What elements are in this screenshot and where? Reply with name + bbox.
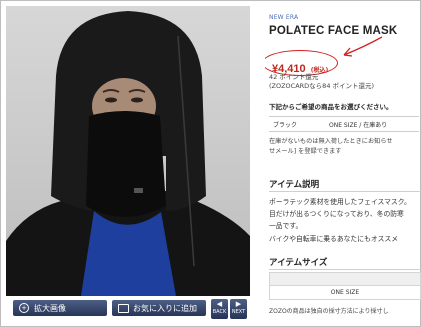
next-button[interactable]: ▶ NEXT bbox=[230, 299, 247, 319]
description-heading: アイテム説明 bbox=[269, 180, 320, 190]
next-label: NEXT bbox=[231, 309, 246, 315]
selection-heading: 下記からご希望の商品をお選びください。 bbox=[269, 103, 393, 111]
size-table-cell: ONE SIZE bbox=[269, 286, 421, 300]
description-text: ポーラテック素材を使用したフェイスマスク。 目だけが出るつくりになっており、冬の… bbox=[269, 196, 411, 245]
add-favorite-label: お気に入りに追加 bbox=[133, 303, 197, 313]
annotation-arrow-icon bbox=[343, 36, 383, 57]
size-heading: アイテムサイズ bbox=[269, 258, 328, 268]
zoom-image-button[interactable]: + 拡大画像 bbox=[13, 300, 107, 316]
zoom-image-label: 拡大画像 bbox=[34, 303, 66, 313]
stock-notice-line: せメール] を登録できます bbox=[269, 148, 342, 155]
divider bbox=[269, 191, 421, 192]
model-photo-illustration bbox=[6, 6, 250, 296]
stock-notice-line: 在庫がないものは無入荷したときにお知らせ bbox=[269, 138, 393, 145]
product-photo[interactable] bbox=[6, 6, 250, 296]
variant-color: ブラック bbox=[273, 121, 298, 129]
points-zozocard-line: (ZOZOCARDなら84 ポイント還元) bbox=[269, 82, 375, 90]
size-table-header bbox=[269, 272, 421, 286]
divider bbox=[269, 269, 421, 270]
add-favorite-button[interactable]: お気に入りに追加 bbox=[112, 300, 206, 316]
description-line: 一品です。 bbox=[269, 222, 303, 231]
stock-notice: 在庫がないものは無入荷したときにお知らせ せメール] を登録できます bbox=[269, 137, 393, 157]
description-line: バイクや自転車に乗るあなたにもオススメ bbox=[269, 234, 399, 243]
arrow-left-icon: ◀ bbox=[216, 300, 223, 308]
folder-plus-icon bbox=[118, 303, 129, 313]
description-line: ポーラテック素材を使用したフェイスマスク。 bbox=[269, 198, 411, 206]
variant-row[interactable]: ブラック ONE SIZE / 在庫あり bbox=[269, 116, 419, 132]
zoom-plus-icon: + bbox=[19, 303, 29, 313]
size-table: ONE SIZE bbox=[269, 272, 421, 302]
points-info: 42 ポイント還元 (ZOZOCARDなら84 ポイント還元) bbox=[269, 73, 374, 91]
description-line: 目だけが出るつくりになっており、冬の防寒 bbox=[269, 210, 404, 219]
arrow-right-icon: ▶ bbox=[235, 300, 242, 308]
variant-size-stock: ONE SIZE / 在庫あり bbox=[329, 121, 388, 129]
brand-link[interactable]: NEW ERA bbox=[269, 14, 298, 21]
back-label: BACK bbox=[212, 309, 227, 315]
back-button[interactable]: ◀ BACK bbox=[211, 299, 228, 319]
measurement-note: ZOZOの商品は独自の採寸方法により採寸し bbox=[269, 308, 389, 315]
points-line: 42 ポイント還元 bbox=[269, 73, 319, 81]
